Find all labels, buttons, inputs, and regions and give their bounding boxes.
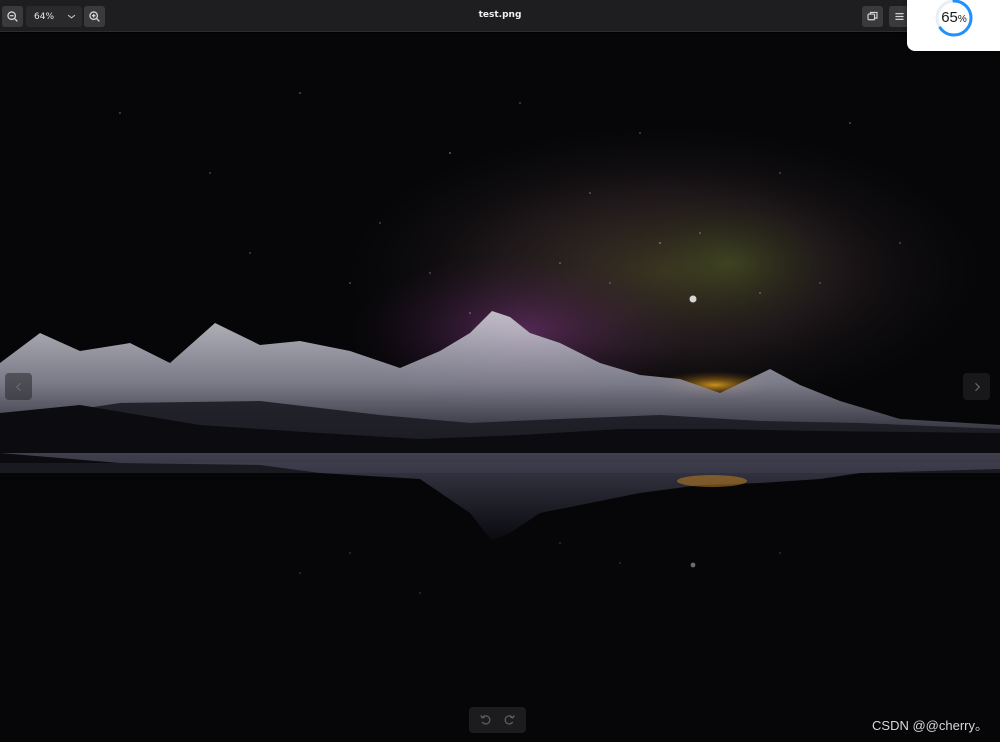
rotate-right-button[interactable] [503,711,516,730]
night-landscape-image [0,33,1000,742]
chevron-left-icon [15,382,21,391]
rotate-left-button[interactable] [479,711,492,730]
progress-unit: % [957,14,967,25]
rotate-right-icon [504,714,515,725]
previous-image-button[interactable] [5,373,32,400]
chevron-right-icon [974,382,980,391]
window-mode-button[interactable] [862,6,883,27]
file-title: test.png [478,10,522,20]
next-image-button[interactable] [963,373,990,400]
menu-icon [895,13,904,20]
window-icon [867,11,878,21]
progress-label: 65% [932,9,976,27]
rotate-toolbar [469,707,526,733]
progress-widget: 65% [907,0,1000,51]
progress-number: 65 [941,9,958,26]
rotate-left-icon [480,714,491,725]
watermark: CSDN @@cherry。 [872,718,988,733]
image-viewer[interactable] [0,33,1000,742]
toolbar: 64% test.png [0,0,1000,32]
